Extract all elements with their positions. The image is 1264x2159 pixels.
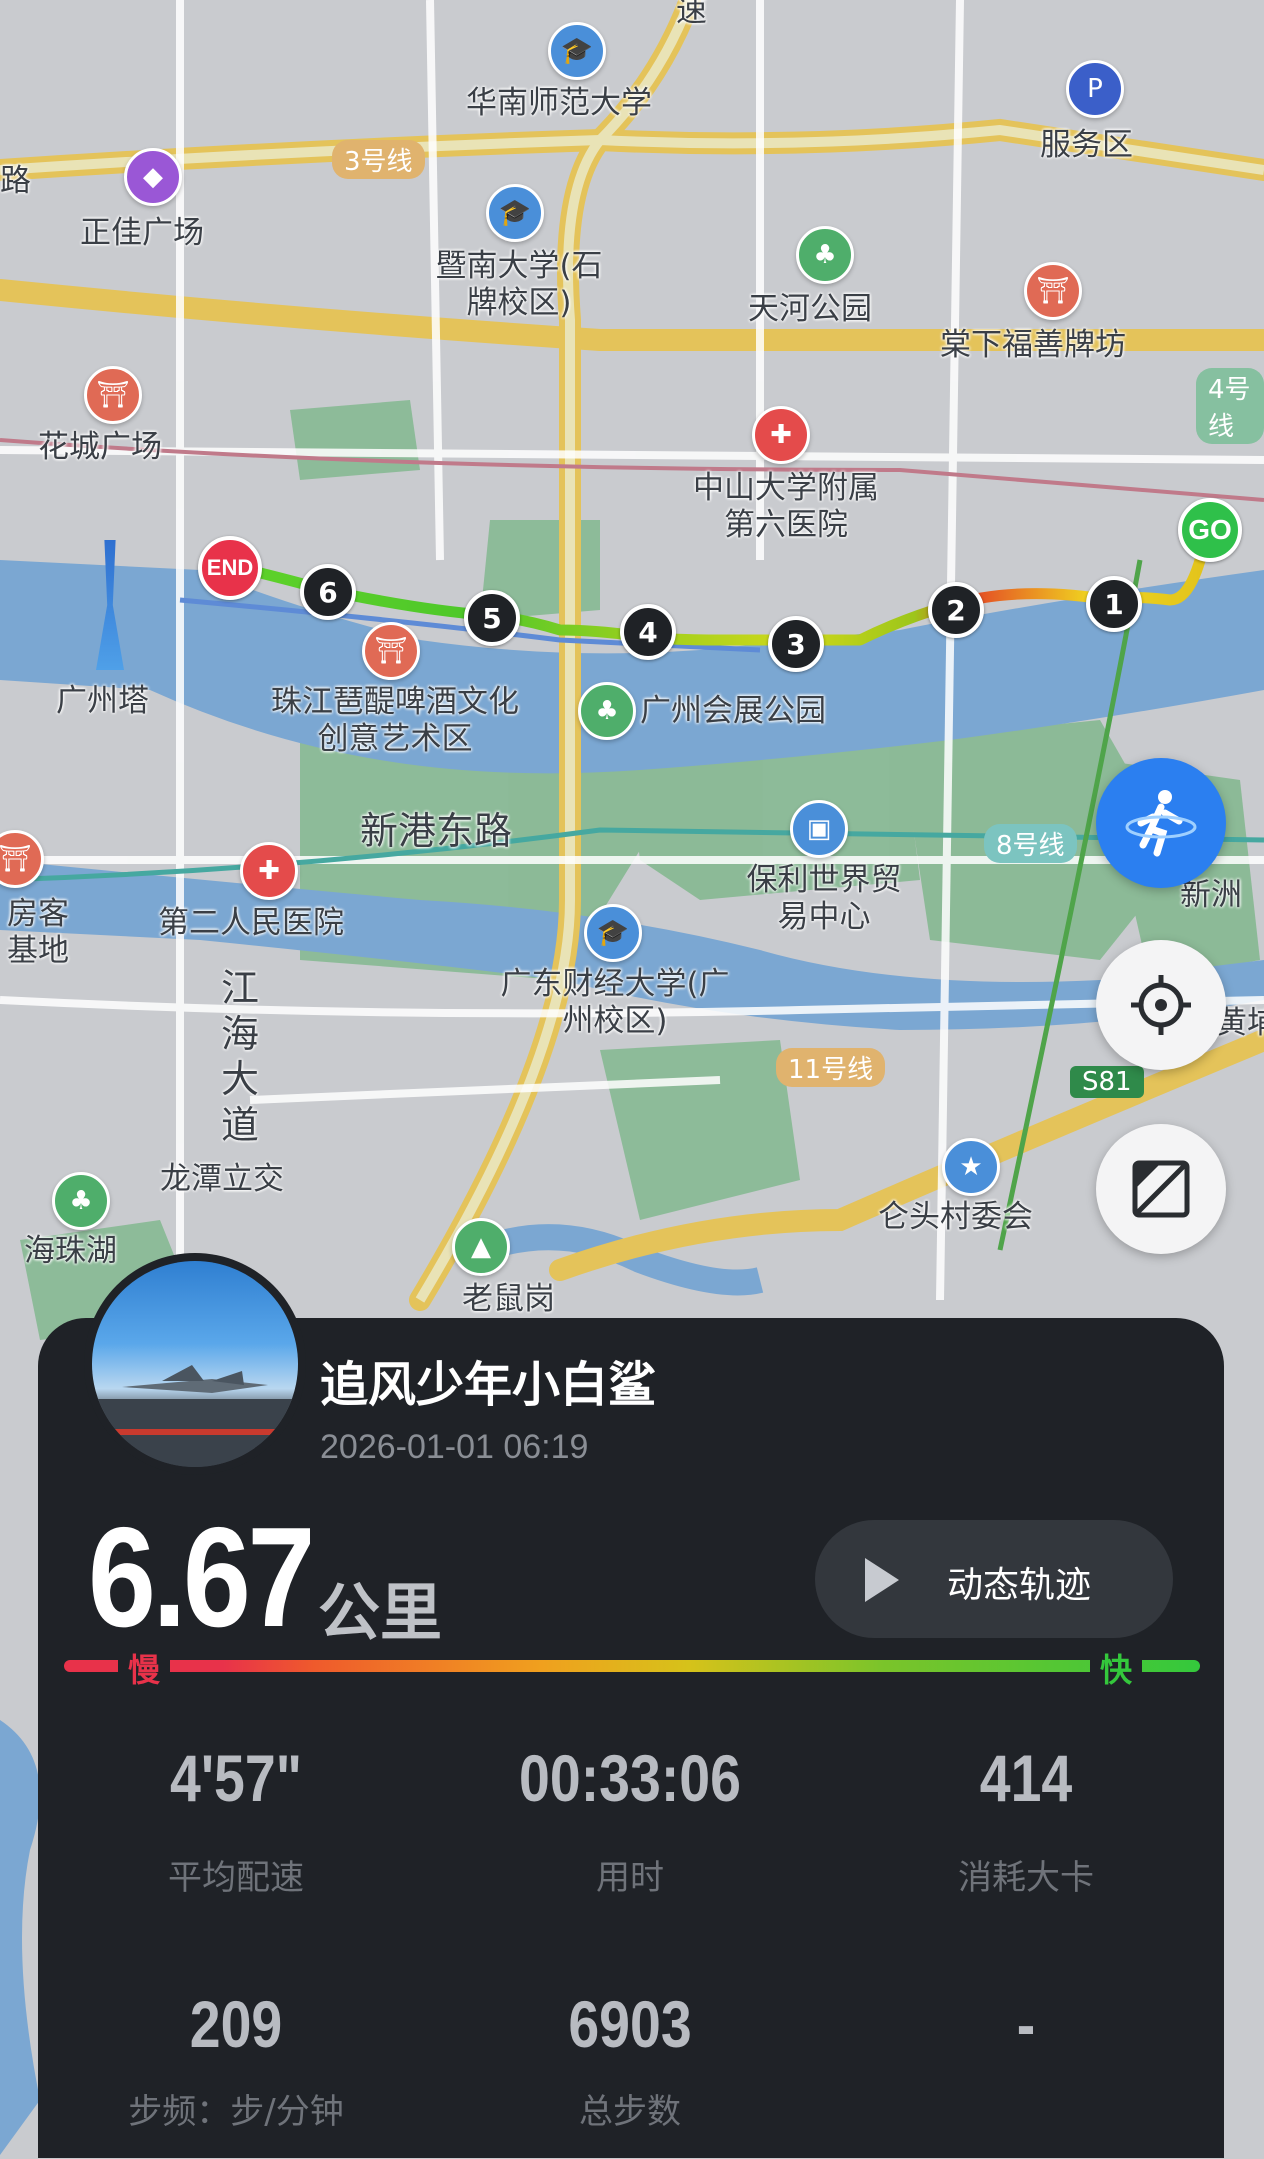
road-label: 江海大道: [220, 966, 259, 1147]
replay-track-button[interactable]: 动态轨迹: [815, 1520, 1173, 1638]
map-label: 正佳广场: [80, 215, 204, 251]
km-marker[interactable]: 1: [1086, 576, 1142, 632]
map-label: 第二人民医院: [158, 905, 344, 941]
stat-value: 209: [189, 1987, 283, 2061]
activity-datetime: 2026-01-01 06:19: [320, 1428, 589, 1466]
speed-legend-slow: 慢: [118, 1645, 171, 1691]
star-icon[interactable]: ★: [942, 1138, 1000, 1196]
metro-line-tag: 8号线: [984, 824, 1077, 863]
map-label: 新洲: [1180, 877, 1242, 913]
map-label: 广东财经大学(广州校区): [500, 966, 730, 1040]
avatar[interactable]: [84, 1253, 306, 1475]
park-icon[interactable]: ♣: [578, 682, 636, 740]
route-end-marker[interactable]: END: [198, 536, 262, 600]
map-label: 华南师范大学: [466, 85, 652, 121]
stat-value: 00:33:06: [519, 1741, 741, 1815]
university-icon[interactable]: 🎓: [548, 22, 606, 80]
map-label: 房客基地: [7, 896, 69, 970]
map-label: 仑头村委会: [878, 1199, 1033, 1235]
stat-cadence: 209 步频：步/分钟: [36, 1986, 436, 2133]
map-label: 珠江琶醍啤酒文化创意艺术区: [271, 684, 519, 758]
hospital-icon[interactable]: ✚: [752, 406, 810, 464]
university-icon[interactable]: 🎓: [486, 184, 544, 242]
username: 追风少年小白鲨: [320, 1357, 657, 1413]
distance-value: 6.67: [88, 1498, 315, 1657]
map-layer-icon: [1132, 1160, 1190, 1218]
map-label: 棠下福善牌坊: [940, 327, 1126, 363]
map-label: 保利世界贸易中心: [746, 862, 902, 936]
route-start-marker[interactable]: GO: [1178, 498, 1242, 562]
map-label: 广州塔: [56, 683, 149, 719]
running-figure-icon: [1125, 790, 1197, 857]
map-label: 路: [0, 163, 31, 199]
map-label: 花城广场: [38, 429, 162, 465]
jet-photo: [92, 1365, 298, 1467]
park-icon[interactable]: ♣: [52, 1172, 110, 1230]
locate-button[interactable]: [1096, 940, 1226, 1070]
metro-line-tag: 11号线: [776, 1048, 886, 1087]
stat-value: 6903: [568, 1987, 692, 2061]
parking-icon[interactable]: P: [1066, 60, 1124, 118]
mountain-icon[interactable]: ▲: [452, 1218, 510, 1276]
km-marker[interactable]: 2: [928, 582, 984, 638]
stat-empty: -: [826, 1986, 1226, 2084]
km-marker[interactable]: 5: [464, 590, 520, 646]
landmark-icon[interactable]: ⛩: [362, 622, 420, 680]
stat-value: 414: [979, 1741, 1073, 1815]
stat-label: 用时: [596, 1858, 664, 1898]
map-label: 速: [676, 0, 707, 29]
stat-label: 平均配速: [168, 1858, 304, 1898]
crosshair-icon: [1131, 975, 1191, 1035]
landmark-icon[interactable]: ⛩: [84, 366, 142, 424]
km-marker[interactable]: 6: [300, 564, 356, 620]
sport-mode-button[interactable]: [1096, 758, 1226, 888]
road-label: 新港东路: [360, 809, 513, 853]
map-layer-button[interactable]: [1096, 1124, 1226, 1254]
map-label: 天河公园: [748, 291, 872, 327]
stat-label: 步频：步/分钟: [128, 2092, 344, 2132]
stat-value: 4'57": [170, 1741, 302, 1815]
park-icon[interactable]: ♣: [796, 226, 854, 284]
avatar-photo: [92, 1261, 298, 1467]
map-label: 老鼠岗: [462, 1281, 555, 1317]
distance-unit: 公里: [318, 1576, 443, 1649]
km-marker[interactable]: 4: [620, 604, 676, 660]
play-icon: [865, 1558, 899, 1602]
highway-tag: S81: [1070, 1066, 1144, 1098]
stat-duration: 00:33:06 用时: [430, 1740, 830, 1899]
km-marker[interactable]: 3: [768, 616, 824, 672]
map-label: 中山大学附属第六医院: [693, 470, 879, 544]
map-label: 广州会展公园: [640, 693, 826, 729]
speed-legend-bar: [64, 1660, 1200, 1672]
metro-line-tag: 3号线: [332, 140, 425, 179]
university-icon[interactable]: 🎓: [584, 904, 642, 962]
stat-label: 消耗大卡: [958, 1858, 1094, 1898]
building-icon[interactable]: ▣: [790, 800, 848, 858]
stat-avg-pace: 4'57" 平均配速: [36, 1740, 436, 1899]
map-label: 暨南大学(石牌校区): [435, 248, 603, 322]
map-label: 龙潭立交: [160, 1161, 284, 1197]
metro-line-tag: 4号线: [1196, 368, 1264, 444]
stat-label: 总步数: [579, 2092, 681, 2132]
landmark-icon[interactable]: ⛩: [1024, 262, 1082, 320]
stat-total-steps: 6903 总步数: [430, 1986, 830, 2133]
map-label: 服务区: [1040, 127, 1133, 163]
map-label: 海珠湖: [24, 1233, 117, 1269]
stat-calories: 414 消耗大卡: [826, 1740, 1226, 1899]
replay-track-label: 动态轨迹: [947, 1565, 1092, 1606]
stat-value: -: [1016, 1987, 1036, 2061]
hospital-icon[interactable]: ✚: [240, 842, 298, 900]
shopping-icon[interactable]: ◆: [124, 148, 182, 206]
speed-legend-fast: 快: [1090, 1645, 1143, 1691]
